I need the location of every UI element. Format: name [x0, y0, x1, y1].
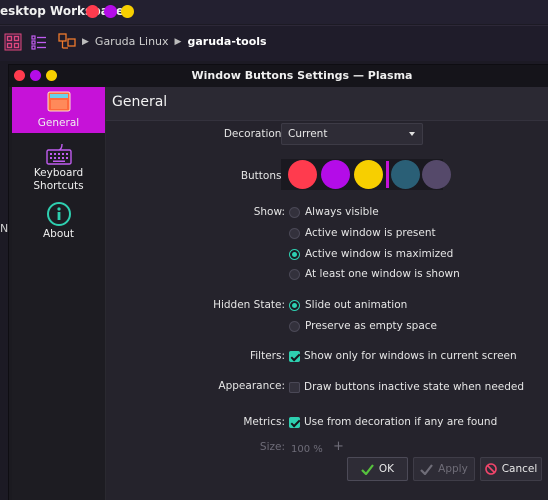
- icons-view-icon[interactable]: [4, 33, 22, 51]
- page-heading: General: [106, 87, 548, 121]
- desktop-top-bar: esktop Workspace: [0, 0, 548, 24]
- buttons-label: Buttons:: [240, 170, 285, 182]
- checkmark-icon: [361, 463, 374, 475]
- option-label: Active window is maximized: [305, 248, 454, 260]
- decoration-select[interactable]: Current: [281, 123, 423, 145]
- info-icon: [46, 202, 71, 226]
- checkbox[interactable]: [289, 381, 300, 393]
- hidden-option-preserve[interactable]: Preserve as empty space: [289, 320, 437, 332]
- breadcrumb-item-garuda-tools[interactable]: garuda-tools: [187, 35, 266, 48]
- radio-button[interactable]: [289, 268, 300, 280]
- breadcrumb: ▶ Garuda Linux ▶ garuda-tools: [82, 35, 267, 48]
- sidebar-item-label: Keyboard Shortcuts: [33, 167, 84, 192]
- option-label: Preserve as empty space: [305, 320, 438, 332]
- breadcrumb-separator-icon: ▶: [174, 36, 182, 47]
- filters-checkbox-row[interactable]: Show only for windows in current screen: [289, 350, 517, 362]
- breadcrumb-separator-icon: ▶: [82, 36, 89, 47]
- option-label: Slide out animation: [305, 299, 408, 311]
- sidebar-item-general[interactable]: General: [12, 87, 105, 133]
- option-label: Active window is present: [305, 227, 436, 239]
- maximize-dot-icon[interactable]: [104, 5, 117, 18]
- background-partial-text: N: [0, 222, 9, 235]
- option-label: At least one window is shown: [305, 268, 460, 280]
- ok-button-label: OK: [378, 463, 395, 475]
- decoration-label: Decoration:: [223, 128, 285, 140]
- option-label: Draw buttons inactive state when needed: [304, 381, 525, 393]
- option-label: Use from decoration if any are found: [304, 416, 498, 428]
- buttons-preview[interactable]: [281, 159, 451, 190]
- checkmark-icon: [420, 463, 434, 475]
- settings-content: General: [106, 87, 548, 500]
- show-label: Show:: [253, 206, 285, 218]
- decoration-select-value: Current: [288, 128, 328, 140]
- filters-label: Filters:: [249, 350, 285, 362]
- general-settings-icon: [47, 91, 70, 112]
- option-label: Always visible: [305, 206, 379, 218]
- apply-button[interactable]: Apply: [413, 457, 475, 481]
- checkbox-checked[interactable]: [289, 350, 300, 362]
- show-option-one-window[interactable]: At least one window is shown: [289, 268, 460, 280]
- split-view-icon[interactable]: [58, 33, 76, 51]
- appearance-checkbox-row[interactable]: Draw buttons inactive state when needed: [289, 381, 524, 393]
- page-title: General: [112, 94, 168, 110]
- sidebar-item-about[interactable]: About: [12, 199, 105, 245]
- keep-above-button-preview[interactable]: [422, 160, 451, 189]
- radio-button-selected[interactable]: [289, 248, 300, 260]
- close-button-preview[interactable]: [288, 160, 317, 189]
- show-option-always-visible[interactable]: Always visible: [289, 206, 379, 218]
- size-spinbox[interactable]: 100 % +: [281, 439, 344, 458]
- radio-button[interactable]: [289, 320, 300, 332]
- close-dot-icon[interactable]: [86, 5, 99, 18]
- chevron-down-icon: [409, 132, 415, 136]
- file-manager-toolbar: ▶ Garuda Linux ▶ garuda-tools: [0, 25, 548, 61]
- checkbox-checked[interactable]: [289, 416, 300, 428]
- maximize-button-preview[interactable]: [321, 160, 350, 189]
- hidden-state-label: Hidden State:: [213, 299, 285, 311]
- metrics-label: Metrics:: [243, 416, 285, 428]
- cancel-icon: [484, 463, 497, 475]
- radio-button[interactable]: [289, 206, 300, 218]
- size-value: 100 %: [291, 444, 323, 455]
- details-view-icon[interactable]: [30, 33, 48, 51]
- minimize-dot-icon[interactable]: [121, 5, 134, 18]
- increase-icon[interactable]: +: [333, 439, 344, 454]
- ok-button[interactable]: OK: [347, 457, 408, 481]
- sidebar-item-keyboard-shortcuts[interactable]: Keyboard Shortcuts: [12, 137, 105, 195]
- apply-button-label: Apply: [438, 463, 468, 475]
- option-label: Show only for windows in current screen: [304, 350, 517, 362]
- on-all-desktops-button-preview[interactable]: [391, 160, 420, 189]
- radio-button[interactable]: [289, 227, 300, 239]
- sidebar-item-label: About: [42, 228, 75, 240]
- sidebar-item-label: General: [37, 117, 80, 129]
- show-option-active-present[interactable]: Active window is present: [289, 227, 436, 239]
- breadcrumb-item-garuda-linux[interactable]: Garuda Linux: [95, 35, 169, 48]
- cancel-button[interactable]: Cancel: [480, 457, 542, 481]
- metrics-checkbox-row[interactable]: Use from decoration if any are found: [289, 416, 497, 428]
- hidden-option-slide-out[interactable]: Slide out animation: [289, 299, 407, 311]
- show-option-active-maximized[interactable]: Active window is maximized: [289, 248, 453, 260]
- buttons-preview-divider[interactable]: [386, 161, 389, 188]
- appearance-label: Appearance:: [218, 380, 285, 392]
- window-title: Window Buttons Settings — Plasma: [191, 69, 413, 82]
- keyboard-icon: [45, 143, 72, 165]
- settings-sidebar: General Keyboard Shortcuts About: [12, 87, 106, 500]
- window-titlebar[interactable]: Window Buttons Settings — Plasma: [9, 65, 548, 87]
- size-label: Size:: [259, 441, 285, 453]
- radio-button-selected[interactable]: [289, 299, 300, 311]
- minimize-button-preview[interactable]: [354, 160, 383, 189]
- cancel-button-label: Cancel: [501, 463, 538, 475]
